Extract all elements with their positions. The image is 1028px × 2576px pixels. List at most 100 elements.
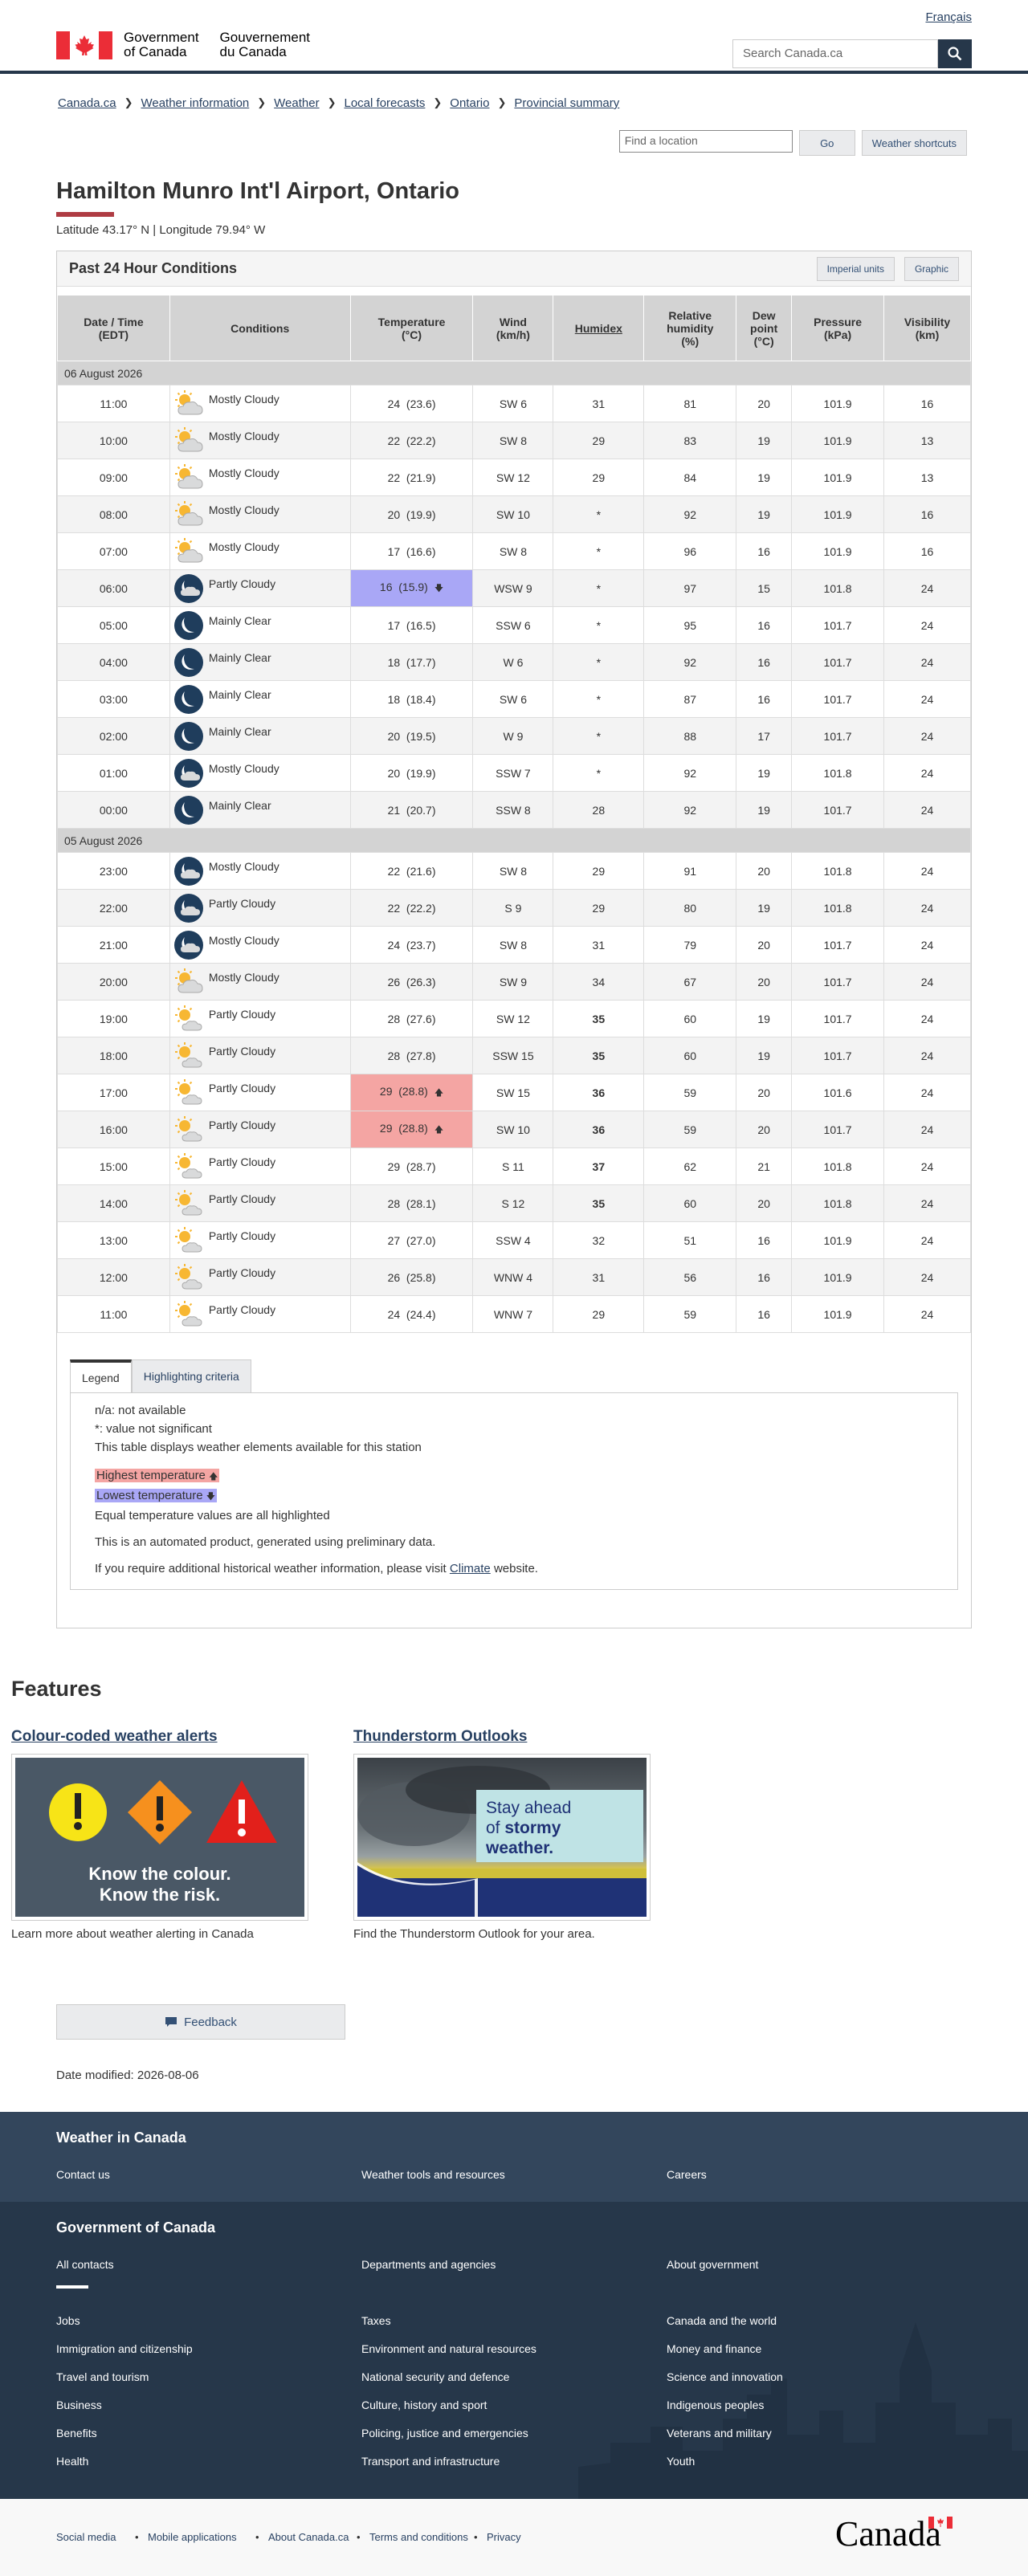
chevron-right-icon: ❯ xyxy=(124,96,133,108)
cell-time: 22:00 xyxy=(57,889,170,927)
cell-rh: 60 xyxy=(643,1000,737,1037)
footer-link[interactable]: Contact us xyxy=(56,2168,110,2181)
footer-link[interactable]: Environment and natural resources xyxy=(361,2342,536,2355)
footer-bottom-link[interactable]: Social media xyxy=(56,2531,116,2543)
conditions-panel: Past 24 Hour Conditions Imperial units G… xyxy=(56,251,972,1628)
footer-link[interactable]: Taxes xyxy=(361,2314,391,2327)
cell-p: 101.9 xyxy=(791,1295,885,1333)
footer-link[interactable]: Veterans and military xyxy=(667,2427,772,2439)
feature-thunderstorm-link[interactable]: Thunderstorm Outlooks xyxy=(353,1728,527,1745)
footer-link[interactable]: Policing, justice and emergencies xyxy=(361,2427,528,2439)
cell-rh: 92 xyxy=(643,754,737,792)
footer-link[interactable]: Science and innovation xyxy=(667,2370,783,2383)
imperial-units-button[interactable]: Imperial units xyxy=(816,256,895,281)
breadcrumb-link[interactable]: Provincial summary xyxy=(514,96,619,110)
footer-link[interactable]: Culture, history and sport xyxy=(361,2399,487,2411)
footer-bottom-link[interactable]: Terms and conditions xyxy=(369,2531,468,2543)
footer-link[interactable]: Immigration and citizenship xyxy=(56,2342,193,2355)
breadcrumb-link[interactable]: Canada.ca xyxy=(58,96,116,110)
cell-time: 17:00 xyxy=(57,1074,170,1111)
footer-link[interactable]: Jobs xyxy=(56,2314,80,2327)
weather-shortcuts-button[interactable]: Weather shortcuts xyxy=(861,130,967,156)
go-button[interactable]: Go xyxy=(798,130,855,156)
cell-dp: 20 xyxy=(736,852,793,890)
gov-signature[interactable]: Government of Canada Gouvernement du Canad… xyxy=(56,31,310,59)
footer-bottom-link[interactable]: Privacy xyxy=(487,2531,521,2543)
climate-link[interactable]: Climate xyxy=(450,1562,491,1575)
cell-p: 101.8 xyxy=(791,569,885,607)
breadcrumb-link[interactable]: Weather information xyxy=(141,96,249,110)
column-header: Relative humidity (%) xyxy=(643,295,737,361)
site-header: Français Government of Canada Gouvernemen… xyxy=(0,0,1028,74)
alerts-image[interactable]: Know the colour. Know the risk. xyxy=(11,1754,308,1921)
table-row: 12:00 Partly Cloudy 26 (25.8) WNW 4 31 56 16 10… xyxy=(57,1258,971,1296)
breadcrumb-link[interactable]: Local forecasts xyxy=(345,96,426,110)
footer-link[interactable]: Travel and tourism xyxy=(56,2370,149,2383)
cell-p: 101.7 xyxy=(791,643,885,681)
footer-link[interactable]: All contacts xyxy=(56,2258,114,2271)
cell-time: 06:00 xyxy=(57,569,170,607)
legend-lowest: Lowest temperature 🡇 xyxy=(95,1489,218,1502)
canada-flag-icon xyxy=(56,31,112,59)
cell-wind: SW 6 xyxy=(472,680,554,718)
column-header[interactable]: Humidex xyxy=(553,295,645,361)
search-button[interactable] xyxy=(938,39,972,68)
feedback-button[interactable]: Feedback xyxy=(56,2004,345,2040)
cell-dp: 19 xyxy=(736,1037,793,1074)
cell-wind: W 9 xyxy=(472,717,554,755)
cell-dp: 16 xyxy=(736,1221,793,1259)
footer-link[interactable]: National security and defence xyxy=(361,2370,509,2383)
footer-link[interactable]: About government xyxy=(667,2258,758,2271)
breadcrumb-link[interactable]: Weather xyxy=(274,96,319,110)
cell-temperature: 27 (27.0) xyxy=(349,1221,474,1259)
cell-wind: S 12 xyxy=(472,1184,554,1222)
cell-rh: 97 xyxy=(643,569,737,607)
table-row: 22:00 Partly Cloudy 22 (22.2) S 9 29 80 19 101.… xyxy=(57,889,971,927)
footer-link[interactable]: Youth xyxy=(667,2455,695,2468)
moon-icon xyxy=(173,795,204,825)
tab-legend[interactable]: Legend xyxy=(70,1359,132,1393)
footer-link[interactable]: Health xyxy=(56,2455,88,2468)
cell-hx: * xyxy=(553,495,645,533)
language-toggle-link[interactable]: Français xyxy=(925,10,972,24)
thunderstorm-image[interactable]: Stay ahead of stormy weather. xyxy=(353,1754,651,1921)
footer-link[interactable]: Indigenous peoples xyxy=(667,2399,764,2411)
footer-bottom-link[interactable]: Mobile applications xyxy=(148,2531,237,2543)
cell-hx: 31 xyxy=(553,385,645,422)
footer-link[interactable]: Business xyxy=(56,2399,102,2411)
footer-link[interactable]: Canada and the world xyxy=(667,2314,777,2327)
separator-dot: • xyxy=(255,2531,259,2543)
table-row: 14:00 Partly Cloudy 28 (28.1) S 12 35 60 20 101… xyxy=(57,1184,971,1222)
footer-bottom-link[interactable]: About Canada.ca xyxy=(268,2531,349,2543)
footer-link[interactable]: Weather tools and resources xyxy=(361,2168,505,2181)
cell-hx: * xyxy=(553,643,645,681)
footer-weather-heading: Weather in Canada xyxy=(56,2130,186,2146)
sun-cloud-icon xyxy=(173,536,204,567)
graphic-button[interactable]: Graphic xyxy=(904,256,959,281)
find-location-input[interactable]: Find a location xyxy=(618,130,793,153)
cell-rh: 60 xyxy=(643,1184,737,1222)
footer-link[interactable]: Benefits xyxy=(56,2427,97,2439)
cell-v: 24 xyxy=(883,1147,971,1185)
breadcrumb-link[interactable]: Ontario xyxy=(450,96,489,110)
cell-wind: SW 15 xyxy=(472,1074,554,1111)
search-input[interactable]: Search Canada.ca xyxy=(732,39,938,68)
cell-temperature: 26 (26.3) xyxy=(349,963,474,1001)
footer-link[interactable]: Departments and agencies xyxy=(361,2258,496,2271)
cell-v: 24 xyxy=(883,926,971,964)
feature-alerts-link[interactable]: Colour-coded weather alerts xyxy=(11,1728,218,1745)
cell-dp: 19 xyxy=(736,754,793,792)
footer-link[interactable]: Transport and infrastructure xyxy=(361,2455,500,2468)
cell-hx: * xyxy=(553,717,645,755)
footer-link[interactable]: Money and finance xyxy=(667,2342,761,2355)
table-row: 02:00 Mainly Clear 20 (19.5) W 9 * 88 17 101.7 2… xyxy=(57,717,971,755)
table-row: 04:00 Mainly Clear 18 (17.7) W 6 * 92 16 101.7 2… xyxy=(57,643,971,681)
cell-temperature: 17 (16.5) xyxy=(349,606,474,644)
cell-v: 24 xyxy=(883,754,971,792)
footer-link[interactable]: Careers xyxy=(667,2168,707,2181)
cell-v: 24 xyxy=(883,1258,971,1296)
cell-p: 101.7 xyxy=(791,791,885,829)
tab-highlighting-criteria[interactable]: Highlighting criteria xyxy=(131,1359,251,1393)
cell-wind: S 11 xyxy=(472,1147,554,1185)
cell-time: 18:00 xyxy=(57,1037,170,1074)
